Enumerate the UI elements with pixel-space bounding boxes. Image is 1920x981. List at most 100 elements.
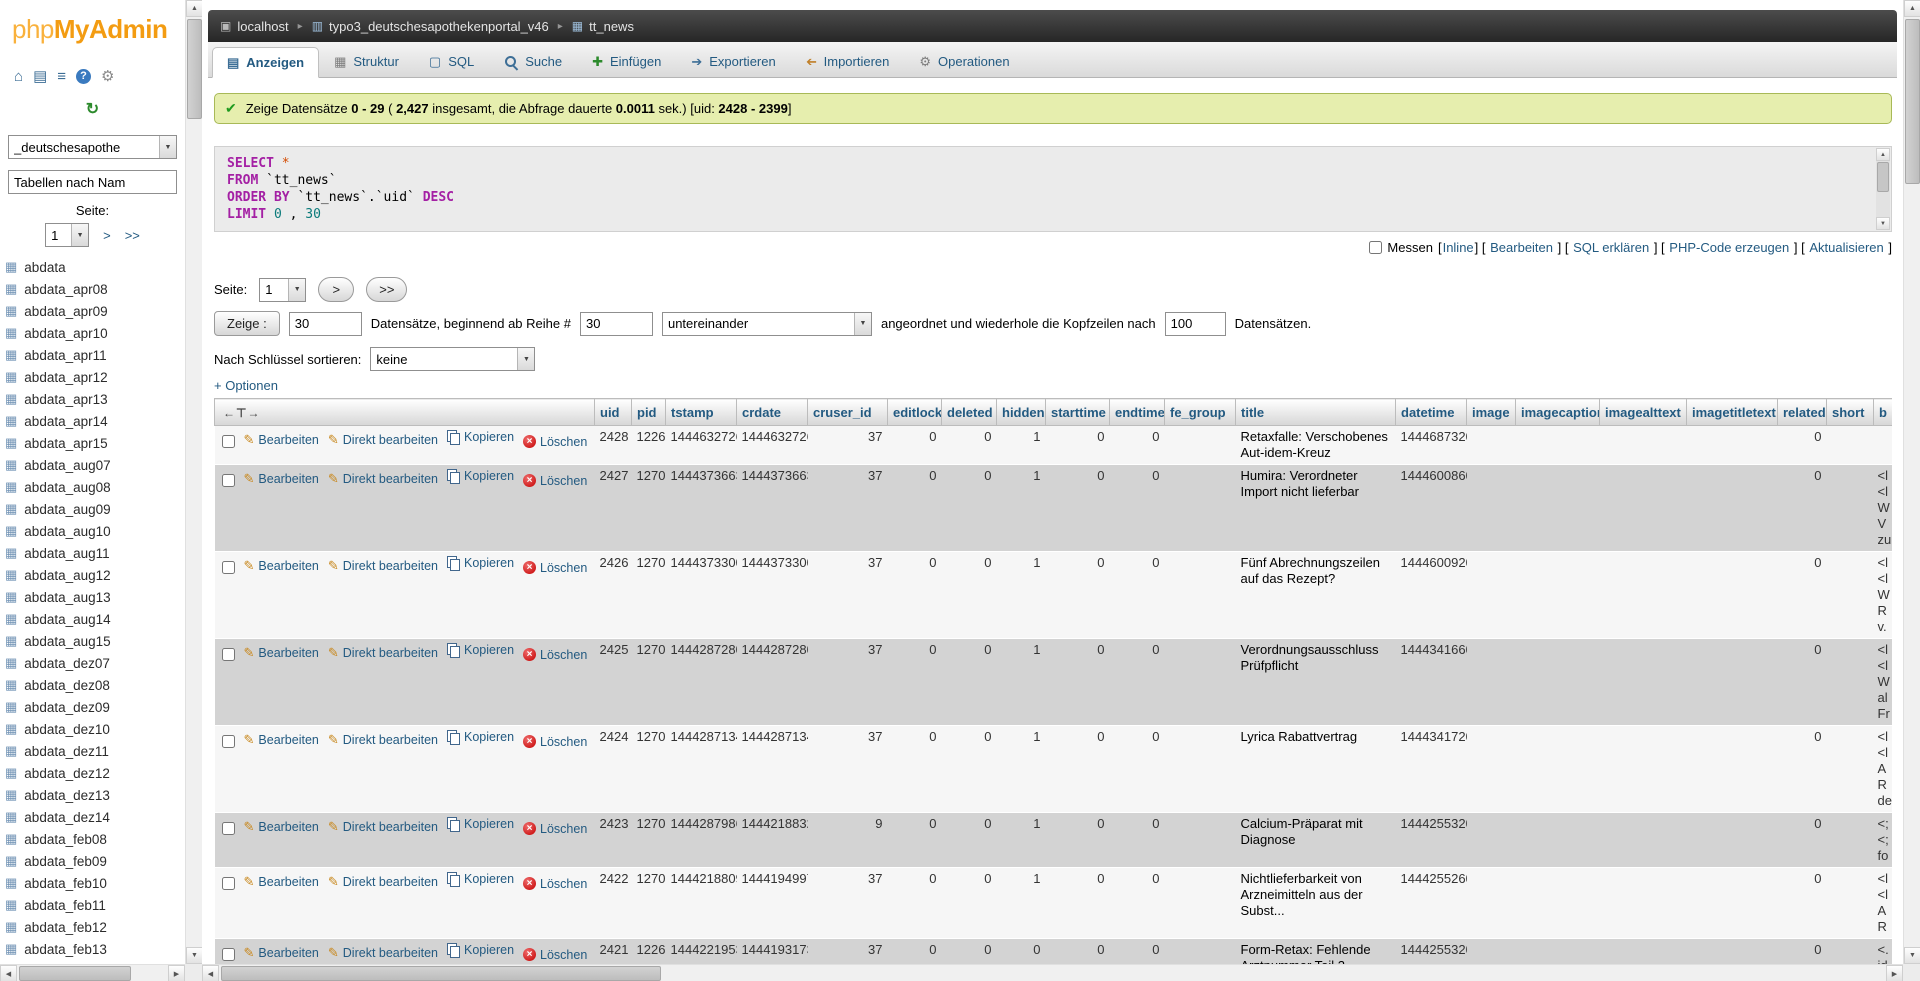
row-edit-action[interactable]: ✎ Bearbeiten <box>244 645 319 661</box>
sidebar-table-item[interactable]: ▦ abdata_dez08 <box>0 674 185 696</box>
sidebar-table-item[interactable]: ▦ abdata_aug08 <box>0 476 185 498</box>
num-rows-input[interactable] <box>288 311 362 336</box>
repeat-headers-input[interactable] <box>1164 311 1226 336</box>
database-select[interactable]: _deutschesapothe ▼ <box>8 135 177 159</box>
row-copy-action[interactable]: Kopieren <box>446 468 514 484</box>
row-delete-action[interactable]: × Löschen <box>523 473 587 489</box>
scroll-down-arrow[interactable]: ▼ <box>1904 947 1920 964</box>
row-delete-action[interactable]: × Löschen <box>523 821 587 837</box>
sidebar-page-select[interactable]: 1 ▼ <box>45 223 90 247</box>
main-vertical-scrollbar[interactable]: ▲ ▼ <box>1903 0 1920 964</box>
row-edit-action[interactable]: ✎ Bearbeiten <box>244 432 319 448</box>
row-delete-action[interactable]: × Löschen <box>523 434 587 450</box>
sidebar-table-item[interactable]: ▦ abdata_dez13 <box>0 784 185 806</box>
start-row-input[interactable] <box>579 311 653 336</box>
sidebar-table-item[interactable]: ▦ abdata_dez11 <box>0 740 185 762</box>
sidebar-table-item[interactable]: ▦ abdata_apr15 <box>0 432 185 454</box>
tab-browse[interactable]: ▤ Anzeigen <box>212 47 320 78</box>
row-inline-edit-action[interactable]: ✎ Direkt bearbeiten <box>328 558 438 574</box>
row-inline-edit-action[interactable]: ✎ Direkt bearbeiten <box>328 732 438 748</box>
page-select[interactable]: 1 ▼ <box>259 277 307 302</box>
sidebar-vertical-scrollbar[interactable]: ▲ ▼ <box>185 0 203 964</box>
row-delete-action[interactable]: × Löschen <box>523 734 587 750</box>
row-delete-action[interactable]: × Löschen <box>523 947 587 963</box>
query-link-inline[interactable]: Inline <box>1443 240 1474 255</box>
sidebar-hscrollbar-thumb[interactable] <box>19 966 131 981</box>
sort-column-link[interactable]: hidden <box>1002 405 1045 420</box>
row-checkbox[interactable] <box>221 948 235 962</box>
row-checkbox[interactable] <box>221 877 235 891</box>
sidebar-table-item[interactable]: ▦ abdata <box>0 256 185 278</box>
main-hscrollbar-thumb[interactable] <box>221 966 661 981</box>
tab-operations[interactable]: ⚙ Operationen <box>904 46 1024 77</box>
options-toggle-link[interactable]: + Optionen <box>214 378 278 393</box>
sort-column-link[interactable]: deleted <box>947 405 993 420</box>
row-edit-action[interactable]: ✎ Bearbeiten <box>244 732 319 748</box>
tab-import[interactable]: ➔ Importieren <box>791 46 905 77</box>
row-copy-action[interactable]: Kopieren <box>446 642 514 658</box>
sidebar-table-item[interactable]: ▦ abdata_feb09 <box>0 850 185 872</box>
row-copy-action[interactable]: Kopieren <box>446 871 514 887</box>
sort-column-link[interactable]: imagecaption <box>1521 405 1599 420</box>
query-window-icon[interactable]: ▤ <box>33 67 47 85</box>
sidebar-table-item[interactable]: ▦ abdata_apr08 <box>0 278 185 300</box>
row-checkbox[interactable] <box>221 648 235 662</box>
tab-search[interactable]: Suche <box>489 46 577 77</box>
query-link-create-php-code[interactable]: PHP-Code erzeugen <box>1669 240 1789 255</box>
settings-icon[interactable]: ⚙ <box>101 67 114 85</box>
profiling-checkbox[interactable] <box>1369 241 1383 254</box>
breadcrumb-item[interactable]: ▥ typo3_deutschesapothekenportal_v46 <box>312 19 549 34</box>
row-inline-edit-action[interactable]: ✎ Direkt bearbeiten <box>328 945 438 961</box>
sidebar-table-item[interactable]: ▦ abdata_aug14 <box>0 608 185 630</box>
table-filter-input[interactable] <box>8 170 177 194</box>
tab-structure[interactable]: ▦ Struktur <box>319 46 414 77</box>
sidebar-table-item[interactable]: ▦ abdata_dez14 <box>0 806 185 828</box>
sidebar-table-item[interactable]: ▦ abdata_feb13 <box>0 938 185 960</box>
display-mode-select[interactable]: untereinander ▼ <box>661 311 872 336</box>
phpmyadmin-logo[interactable]: phpMyAdmin <box>0 0 185 45</box>
sort-column-link[interactable]: imagetitletext <box>1692 405 1776 420</box>
main-horizontal-scrollbar[interactable]: ◀ ▶ <box>202 964 1903 981</box>
sort-column-link[interactable]: imagealttext <box>1605 405 1681 420</box>
sort-column-link[interactable]: fe_group <box>1170 405 1226 420</box>
sidebar-table-item[interactable]: ▦ abdata_apr12 <box>0 366 185 388</box>
row-copy-action[interactable]: Kopieren <box>446 942 514 958</box>
sort-column-link[interactable]: endtime <box>1115 405 1164 420</box>
sort-column-link[interactable]: related <box>1783 405 1826 420</box>
sort-column-link[interactable]: image <box>1472 405 1510 420</box>
sort-column-link[interactable]: tstamp <box>671 405 714 420</box>
sort-column-link[interactable]: cruser_id <box>813 405 872 420</box>
query-link-explain-sql[interactable]: SQL erklären <box>1573 240 1649 255</box>
row-edit-action[interactable]: ✎ Bearbeiten <box>244 819 319 835</box>
show-button[interactable]: Zeige : <box>214 311 280 336</box>
sidebar-table-item[interactable]: ▦ abdata_dez12 <box>0 762 185 784</box>
home-icon[interactable]: ⌂ <box>14 68 23 85</box>
docs-icon[interactable]: ≡ <box>57 68 66 85</box>
scroll-up-arrow[interactable]: ▲ <box>1904 0 1920 17</box>
row-edit-action[interactable]: ✎ Bearbeiten <box>244 945 319 961</box>
scroll-left-arrow[interactable]: ◀ <box>202 965 219 981</box>
row-inline-edit-action[interactable]: ✎ Direkt bearbeiten <box>328 471 438 487</box>
scroll-down-arrow[interactable]: ▼ <box>186 947 203 964</box>
row-checkbox[interactable] <box>221 561 235 575</box>
row-inline-edit-action[interactable]: ✎ Direkt bearbeiten <box>328 819 438 835</box>
scroll-down-arrow[interactable]: ▼ <box>1876 217 1890 230</box>
row-copy-action[interactable]: Kopieren <box>446 555 514 571</box>
sort-column-link[interactable]: short <box>1832 405 1865 420</box>
main-scrollbar-thumb[interactable] <box>1905 19 1920 184</box>
row-copy-action[interactable]: Kopieren <box>446 816 514 832</box>
tab-insert[interactable]: ✚ Einfügen <box>577 46 676 77</box>
sidebar-table-item[interactable]: ▦ abdata_aug09 <box>0 498 185 520</box>
sidebar-table-item[interactable]: ▦ abdata_apr11 <box>0 344 185 366</box>
row-checkbox[interactable] <box>221 435 235 449</box>
sql-box-scrollbar[interactable]: ▲ ▼ <box>1876 148 1890 230</box>
scroll-up-arrow[interactable]: ▲ <box>186 0 203 17</box>
last-page-button[interactable]: >> <box>366 277 408 302</box>
sidebar-table-item[interactable]: ▦ abdata_feb12 <box>0 916 185 938</box>
row-copy-action[interactable]: Kopieren <box>446 429 514 445</box>
sort-column-link[interactable]: b <box>1879 405 1887 420</box>
sort-column-link[interactable]: crdate <box>742 405 781 420</box>
sort-column-link[interactable]: starttime <box>1051 405 1106 420</box>
sidebar-table-item[interactable]: ▦ abdata_apr14 <box>0 410 185 432</box>
query-link-refresh[interactable]: Aktualisieren <box>1809 240 1883 255</box>
